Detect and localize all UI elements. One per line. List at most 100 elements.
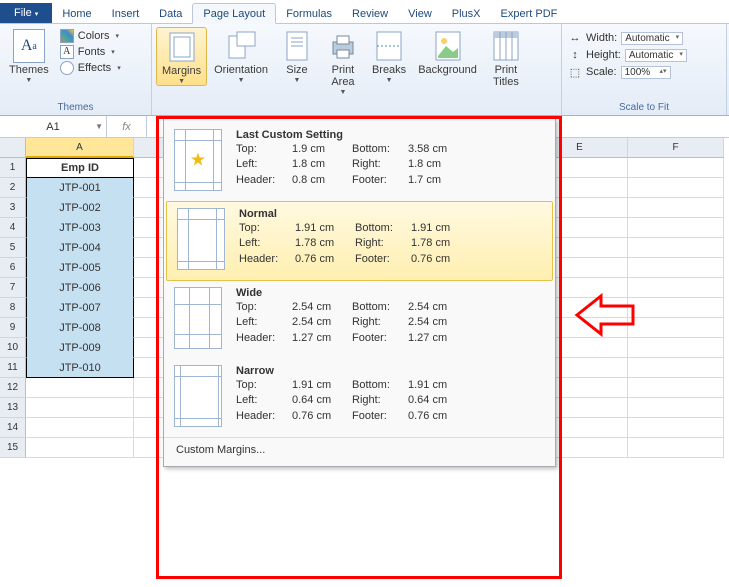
cell[interactable]: JTP-005: [26, 258, 134, 278]
row-header[interactable]: 1: [0, 158, 26, 178]
cell[interactable]: [628, 378, 724, 398]
ribbon-tabs: File ▾ Home Insert Data Page Layout Form…: [0, 0, 729, 24]
print-titles-button[interactable]: Print Titles: [484, 27, 528, 88]
row-header[interactable]: 4: [0, 218, 26, 238]
margin-info: Last Custom SettingTop:1.9 cmBottom:3.58…: [236, 129, 545, 191]
tab-expert-pdf[interactable]: Expert PDF: [491, 4, 568, 23]
name-box[interactable]: A1▼: [0, 116, 107, 137]
cell[interactable]: [628, 238, 724, 258]
cell[interactable]: [628, 358, 724, 378]
margin-info: WideTop:2.54 cmBottom:2.54 cmLeft:2.54 c…: [236, 287, 545, 349]
size-button[interactable]: Size▼: [275, 27, 319, 84]
margin-option-last-custom-setting[interactable]: ★Last Custom SettingTop:1.9 cmBottom:3.5…: [164, 123, 555, 201]
tab-view[interactable]: View: [398, 4, 442, 23]
row-header[interactable]: 14: [0, 418, 26, 438]
row-header[interactable]: 13: [0, 398, 26, 418]
row-header[interactable]: 12: [0, 378, 26, 398]
margin-option-normal[interactable]: NormalTop:1.91 cmBottom:1.91 cmLeft:1.78…: [166, 201, 553, 281]
background-button[interactable]: Background: [413, 27, 482, 76]
row-header[interactable]: 8: [0, 298, 26, 318]
margin-preview-icon: [177, 208, 225, 270]
cell[interactable]: [628, 178, 724, 198]
cell[interactable]: [628, 338, 724, 358]
size-icon: [281, 30, 313, 62]
tab-file[interactable]: File ▾: [0, 3, 52, 23]
cell[interactable]: [628, 318, 724, 338]
cell[interactable]: [628, 398, 724, 418]
background-icon: [432, 30, 464, 62]
row-header[interactable]: 5: [0, 238, 26, 258]
tab-data[interactable]: Data: [149, 4, 192, 23]
row-header[interactable]: 7: [0, 278, 26, 298]
cell[interactable]: JTP-006: [26, 278, 134, 298]
tab-insert[interactable]: Insert: [102, 4, 150, 23]
width-icon: ↔: [568, 31, 582, 45]
print-titles-icon: [490, 30, 522, 62]
cell[interactable]: [628, 278, 724, 298]
cell[interactable]: JTP-004: [26, 238, 134, 258]
margin-preview-icon: [174, 365, 222, 427]
print-area-icon: [327, 30, 359, 62]
scale-icon: ⬚: [568, 65, 582, 79]
tab-formulas[interactable]: Formulas: [276, 4, 342, 23]
margins-icon: [166, 31, 198, 63]
cell[interactable]: [26, 398, 134, 418]
cell[interactable]: [628, 218, 724, 238]
row-header[interactable]: 9: [0, 318, 26, 338]
group-scale-to-fit: ↔Width:Automatic▾ ↕Height:Automatic▾ ⬚Sc…: [562, 24, 727, 115]
themes-button[interactable]: Aa Themes ▼: [4, 27, 54, 84]
cell[interactable]: [628, 158, 724, 178]
cell[interactable]: [628, 298, 724, 318]
row-header[interactable]: 3: [0, 198, 26, 218]
cell[interactable]: JTP-002: [26, 198, 134, 218]
ribbon: Aa Themes ▼ Colors▾ AFonts▾ Effects▾ The…: [0, 24, 729, 116]
tab-page-layout[interactable]: Page Layout: [192, 3, 276, 24]
cell[interactable]: [26, 378, 134, 398]
group-label-scale: Scale to Fit: [566, 101, 722, 114]
select-all-corner[interactable]: [0, 138, 26, 158]
breaks-button[interactable]: Breaks▼: [367, 27, 411, 84]
cell[interactable]: Emp ID: [26, 158, 134, 178]
col-header-a[interactable]: A: [26, 138, 134, 158]
orientation-button[interactable]: Orientation▼: [209, 27, 273, 84]
cell[interactable]: [628, 258, 724, 278]
effects-icon: [60, 61, 74, 75]
cell[interactable]: [628, 418, 724, 438]
colors-button[interactable]: Colors▾: [56, 29, 125, 43]
tab-home[interactable]: Home: [52, 4, 101, 23]
margin-option-wide[interactable]: WideTop:2.54 cmBottom:2.54 cmLeft:2.54 c…: [164, 281, 555, 359]
custom-margins-item[interactable]: Custom Margins...: [164, 437, 555, 462]
cell[interactable]: JTP-008: [26, 318, 134, 338]
margins-dropdown: ★Last Custom SettingTop:1.9 cmBottom:3.5…: [163, 118, 556, 467]
tab-plusx[interactable]: PlusX: [442, 4, 491, 23]
col-header-f[interactable]: F: [628, 138, 724, 158]
cell[interactable]: JTP-010: [26, 358, 134, 378]
margin-info: NormalTop:1.91 cmBottom:1.91 cmLeft:1.78…: [239, 208, 542, 270]
cell[interactable]: JTP-001: [26, 178, 134, 198]
cell[interactable]: JTP-003: [26, 218, 134, 238]
row-header[interactable]: 6: [0, 258, 26, 278]
row-header[interactable]: 10: [0, 338, 26, 358]
cell[interactable]: JTP-009: [26, 338, 134, 358]
height-icon: ↕: [568, 48, 582, 62]
height-row[interactable]: ↕Height:Automatic▾: [566, 47, 689, 63]
cell[interactable]: JTP-007: [26, 298, 134, 318]
row-header[interactable]: 2: [0, 178, 26, 198]
margin-option-narrow[interactable]: NarrowTop:1.91 cmBottom:1.91 cmLeft:0.64…: [164, 359, 555, 437]
cell[interactable]: [26, 438, 134, 458]
row-header[interactable]: 11: [0, 358, 26, 378]
margins-button[interactable]: Margins▼: [156, 27, 207, 86]
margin-preview-icon: [174, 287, 222, 349]
effects-button[interactable]: Effects▾: [56, 61, 125, 75]
cell[interactable]: [628, 198, 724, 218]
fx-button[interactable]: fx: [107, 116, 147, 137]
row-header[interactable]: 15: [0, 438, 26, 458]
tab-review[interactable]: Review: [342, 4, 398, 23]
scale-row[interactable]: ⬚Scale:100%▴▾: [566, 64, 673, 80]
fonts-button[interactable]: AFonts▾: [56, 45, 125, 59]
print-area-button[interactable]: Print Area▼: [321, 27, 365, 96]
group-label-themes: Themes: [4, 101, 147, 114]
cell[interactable]: [26, 418, 134, 438]
cell[interactable]: [628, 438, 724, 458]
width-row[interactable]: ↔Width:Automatic▾: [566, 30, 685, 46]
